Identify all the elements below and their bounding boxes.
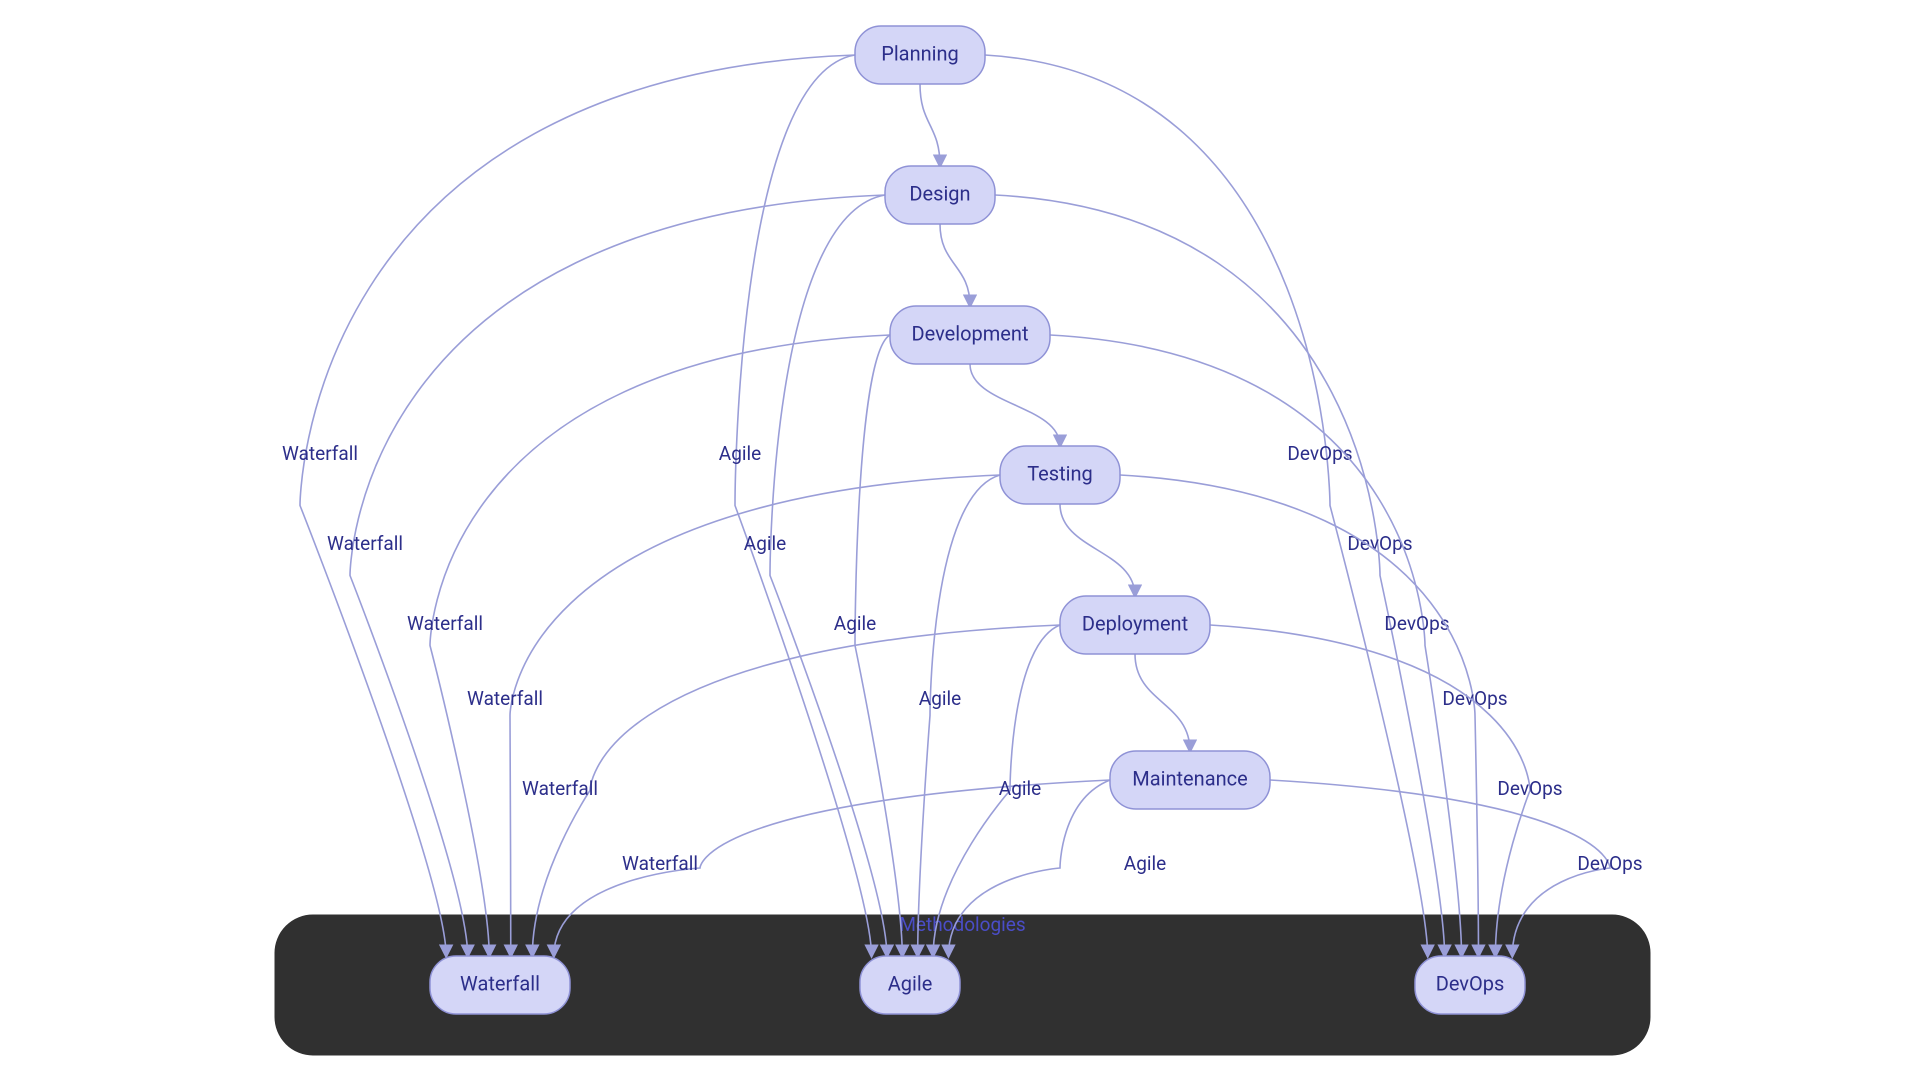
node-maintenance: Maintenance xyxy=(1110,751,1270,809)
edge-label-design-devops: DevOps xyxy=(1347,532,1412,555)
node-waterfall-label: Waterfall xyxy=(460,971,540,995)
edge-design-development xyxy=(940,224,970,306)
node-devops-label: DevOps xyxy=(1436,971,1505,995)
edge-label-deployment-agile: Agile xyxy=(999,777,1041,800)
edge-label-planning-agile: Agile xyxy=(719,442,761,465)
edge-label-planning-devops: DevOps xyxy=(1287,442,1352,465)
edge-label-maintenance-devops: DevOps xyxy=(1577,852,1642,875)
edge-label-maintenance-agile: Agile xyxy=(1124,852,1166,875)
edge-testing-agile xyxy=(918,475,1000,956)
edge-label-design-agile: Agile xyxy=(744,532,786,555)
edge-label-testing-devops: DevOps xyxy=(1442,687,1507,710)
node-planning: Planning xyxy=(855,26,985,84)
edge-label-development-waterfall: Waterfall xyxy=(407,612,483,635)
edge-testing-deployment xyxy=(1060,504,1135,596)
edge-testing-devops xyxy=(1120,475,1478,956)
edge-label-deployment-devops: DevOps xyxy=(1497,777,1562,800)
node-waterfall: Waterfall xyxy=(430,956,570,1014)
node-devops: DevOps xyxy=(1415,956,1525,1014)
edge-design-agile xyxy=(770,195,887,956)
node-maintenance-label: Maintenance xyxy=(1132,766,1247,790)
edge-label-testing-waterfall: Waterfall xyxy=(467,687,543,710)
edge-label-planning-waterfall: Waterfall xyxy=(282,442,358,465)
edge-planning-agile xyxy=(735,55,872,956)
node-development: Development xyxy=(890,306,1050,364)
node-agile-label: Agile xyxy=(888,971,933,995)
edge-label-maintenance-waterfall: Waterfall xyxy=(622,852,698,875)
edge-development-testing xyxy=(970,364,1060,446)
edge-deployment-maintenance xyxy=(1135,654,1190,751)
edge-planning-design xyxy=(920,84,940,166)
edge-label-deployment-waterfall: Waterfall xyxy=(522,777,598,800)
node-deployment-label: Deployment xyxy=(1082,611,1188,635)
node-agile: Agile xyxy=(860,956,960,1014)
node-deployment: Deployment xyxy=(1060,596,1210,654)
flowchart-diagram: MethodologiesWaterfallWaterfallWaterfall… xyxy=(0,0,1920,1080)
edge-label-design-waterfall: Waterfall xyxy=(327,532,403,555)
edge-label-testing-agile: Agile xyxy=(919,687,961,710)
node-testing: Testing xyxy=(1000,446,1120,504)
node-design: Design xyxy=(885,166,995,224)
edge-development-agile xyxy=(855,335,902,956)
edge-design-waterfall xyxy=(350,195,885,956)
node-planning-label: Planning xyxy=(881,41,959,65)
edge-planning-devops xyxy=(985,55,1428,956)
edge-label-development-agile: Agile xyxy=(834,612,876,635)
edge-deployment-waterfall xyxy=(532,625,1060,956)
node-testing-label: Testing xyxy=(1027,461,1093,485)
node-development-label: Development xyxy=(911,321,1028,345)
edge-design-devops xyxy=(995,195,1445,956)
node-design-label: Design xyxy=(909,181,970,205)
